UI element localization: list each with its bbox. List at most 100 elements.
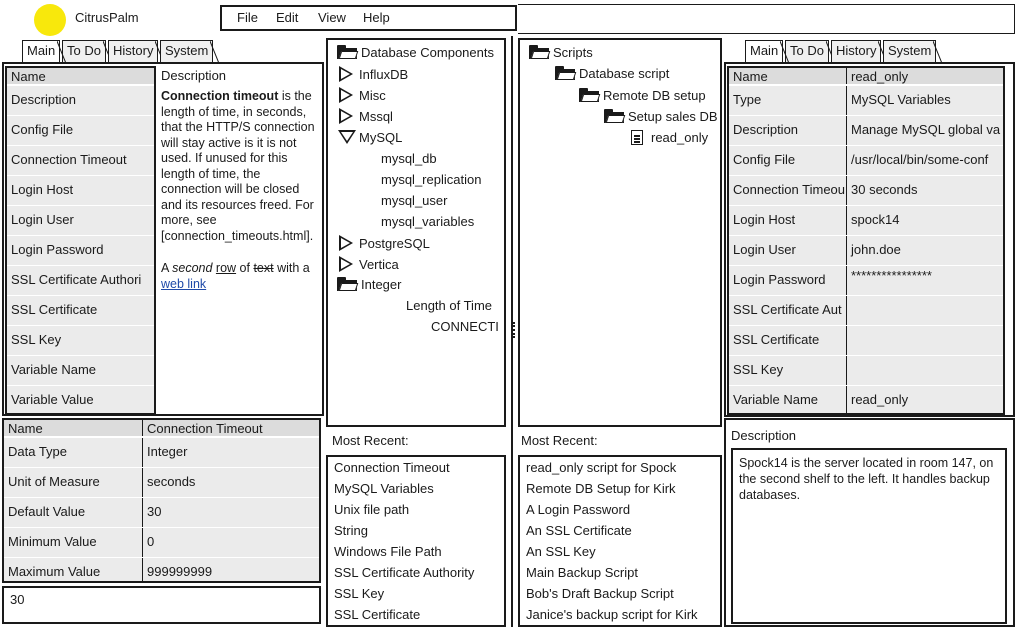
tab-history-label: History: [113, 43, 154, 58]
tab-history[interactable]: History: [108, 40, 158, 62]
tree-node-influxdb[interactable]: InfluxDB: [339, 66, 408, 82]
tab-main[interactable]: Main: [22, 40, 60, 62]
list-item[interactable]: A Login Password: [526, 502, 630, 517]
value-input[interactable]: 30: [2, 586, 321, 624]
menu-view[interactable]: View: [318, 10, 346, 25]
tab-todo[interactable]: To Do: [62, 40, 106, 62]
folder-open-icon: [529, 45, 551, 59]
left-property-list: Name Description Config File Connection …: [5, 66, 156, 415]
row-value: Manage MySQL global va: [847, 116, 1003, 145]
table-row[interactable]: Description Manage MySQL global va: [729, 116, 1003, 146]
list-item[interactable]: Description: [7, 86, 154, 116]
tree-node-mysql[interactable]: MySQL: [338, 130, 402, 145]
menu-file[interactable]: File: [237, 10, 258, 25]
tree-node-read-only[interactable]: read_only: [631, 130, 708, 145]
list-item[interactable]: Main Backup Script: [526, 565, 638, 580]
table-row[interactable]: SSL Certificate: [729, 326, 1003, 356]
table-row[interactable]: Connection Timeou 30 seconds: [729, 176, 1003, 206]
list-item[interactable]: Config File: [7, 116, 154, 146]
list-item[interactable]: String: [334, 523, 368, 538]
tab-system-label: System: [888, 43, 932, 58]
menu-help[interactable]: Help: [363, 10, 390, 25]
list-item[interactable]: Login User: [7, 206, 154, 236]
tree-node-scripts[interactable]: Scripts: [529, 45, 593, 60]
tree-node-misc[interactable]: Misc: [339, 87, 386, 103]
tab-system[interactable]: System: [883, 40, 936, 62]
list-item[interactable]: SSL Certificate Authority: [334, 565, 474, 580]
row-key: Login User: [729, 236, 847, 265]
row-key: Unit of Measure: [4, 468, 143, 497]
list-item[interactable]: Unix file path: [334, 502, 409, 517]
list-item[interactable]: Login Password: [7, 236, 154, 266]
text-run: with a: [273, 261, 310, 275]
tree-node-mysql-variables[interactable]: mysql_variables: [381, 214, 474, 229]
table-row[interactable]: Login User john.doe: [729, 236, 1003, 266]
tree-node-length-of-time[interactable]: Length of Time: [406, 298, 492, 313]
collapse-arrow-icon[interactable]: [338, 130, 356, 144]
tab-system[interactable]: System: [160, 40, 213, 62]
tab-main[interactable]: Main: [745, 40, 783, 62]
list-item[interactable]: Bob's Draft Backup Script: [526, 586, 674, 601]
tab-todo-label: To Do: [67, 43, 101, 58]
splitter-grip-icon[interactable]: [511, 322, 515, 338]
table-row[interactable]: Type MySQL Variables: [729, 86, 1003, 116]
list-item[interactable]: An SSL Certificate: [526, 523, 632, 538]
table-row[interactable]: Config File/usr/local/bin/some-conf: [729, 146, 1003, 176]
grid-header: Name Connection Timeout: [4, 420, 319, 437]
row-value: read_only: [847, 386, 1003, 413]
tree-node-integer[interactable]: Integer: [337, 277, 401, 292]
list-item[interactable]: Connection Timeout: [334, 460, 450, 475]
tree-node-postgresql[interactable]: PostgreSQL: [339, 235, 430, 251]
table-row[interactable]: Name read_only: [729, 68, 1003, 85]
list-item[interactable]: Variable Name: [7, 356, 154, 386]
tree-node-mysql-replication[interactable]: mysql_replication: [381, 172, 481, 187]
app-logo: [34, 4, 66, 36]
expand-arrow-icon[interactable]: [339, 66, 353, 82]
tree-node-mssql[interactable]: Mssql: [339, 108, 393, 124]
expand-arrow-icon[interactable]: [339, 108, 353, 124]
list-item[interactable]: Variable Value: [7, 386, 154, 413]
folder-open-icon: [579, 88, 601, 102]
expand-arrow-icon[interactable]: [339, 235, 353, 251]
list-item[interactable]: SSL Key: [7, 326, 154, 356]
table-row[interactable]: Minimum Value 0: [4, 528, 319, 558]
tab-history[interactable]: History: [831, 40, 881, 62]
tree-node-database-components[interactable]: Database Components: [337, 45, 494, 60]
table-row[interactable]: SSL Key: [729, 356, 1003, 386]
table-row[interactable]: Data Type Integer: [4, 438, 319, 468]
table-row[interactable]: Default Value 30: [4, 498, 319, 528]
table-row[interactable]: Variable Name read_only: [729, 386, 1003, 413]
list-item[interactable]: Windows File Path: [334, 544, 442, 559]
expand-arrow-icon[interactable]: [339, 256, 353, 272]
tree-node-connection[interactable]: CONNECTI: [431, 319, 499, 334]
tree-node-database-script[interactable]: Database script: [555, 66, 669, 81]
list-item[interactable]: Janice's backup script for Kirk: [526, 607, 698, 622]
description-textarea[interactable]: Spock14 is the server located in room 14…: [731, 448, 1007, 624]
web-link[interactable]: web link: [161, 277, 206, 291]
list-item[interactable]: SSL Certificate Authori: [7, 266, 154, 296]
list-item[interactable]: Login Host: [7, 176, 154, 206]
list-item[interactable]: Connection Timeout: [7, 146, 154, 176]
table-row[interactable]: Login Host spock14: [729, 206, 1003, 236]
menu-edit[interactable]: Edit: [276, 10, 298, 25]
tree-node-vertica[interactable]: Vertica: [339, 256, 399, 272]
tree-node-setup-sales-db[interactable]: Setup sales DB: [604, 109, 720, 124]
table-row[interactable]: SSL Certificate Aut: [729, 296, 1003, 326]
tree-node-mysql-db[interactable]: mysql_db: [381, 151, 437, 166]
table-row[interactable]: Unit of Measure seconds: [4, 468, 319, 498]
list-item[interactable]: SSL Key: [334, 586, 384, 601]
table-row[interactable]: Login Password ****************: [729, 266, 1003, 296]
tree-node-mysql-user[interactable]: mysql_user: [381, 193, 447, 208]
list-item[interactable]: Remote DB Setup for Kirk: [526, 481, 676, 496]
row-key: Default Value: [4, 498, 143, 527]
tree-node-remote-db-setup[interactable]: Remote DB setup: [579, 88, 706, 103]
list-item[interactable]: read_only script for Spock: [526, 460, 676, 475]
list-item[interactable]: MySQL Variables: [334, 481, 434, 496]
table-row[interactable]: Maximum Value 999999999: [4, 558, 319, 581]
list-item[interactable]: An SSL Key: [526, 544, 596, 559]
expand-arrow-icon[interactable]: [339, 87, 353, 103]
list-item[interactable]: SSL Certificate: [7, 296, 154, 326]
tree-node-label: mysql_db: [381, 151, 437, 166]
list-item[interactable]: SSL Certificate: [334, 607, 420, 622]
tab-todo[interactable]: To Do: [785, 40, 829, 62]
